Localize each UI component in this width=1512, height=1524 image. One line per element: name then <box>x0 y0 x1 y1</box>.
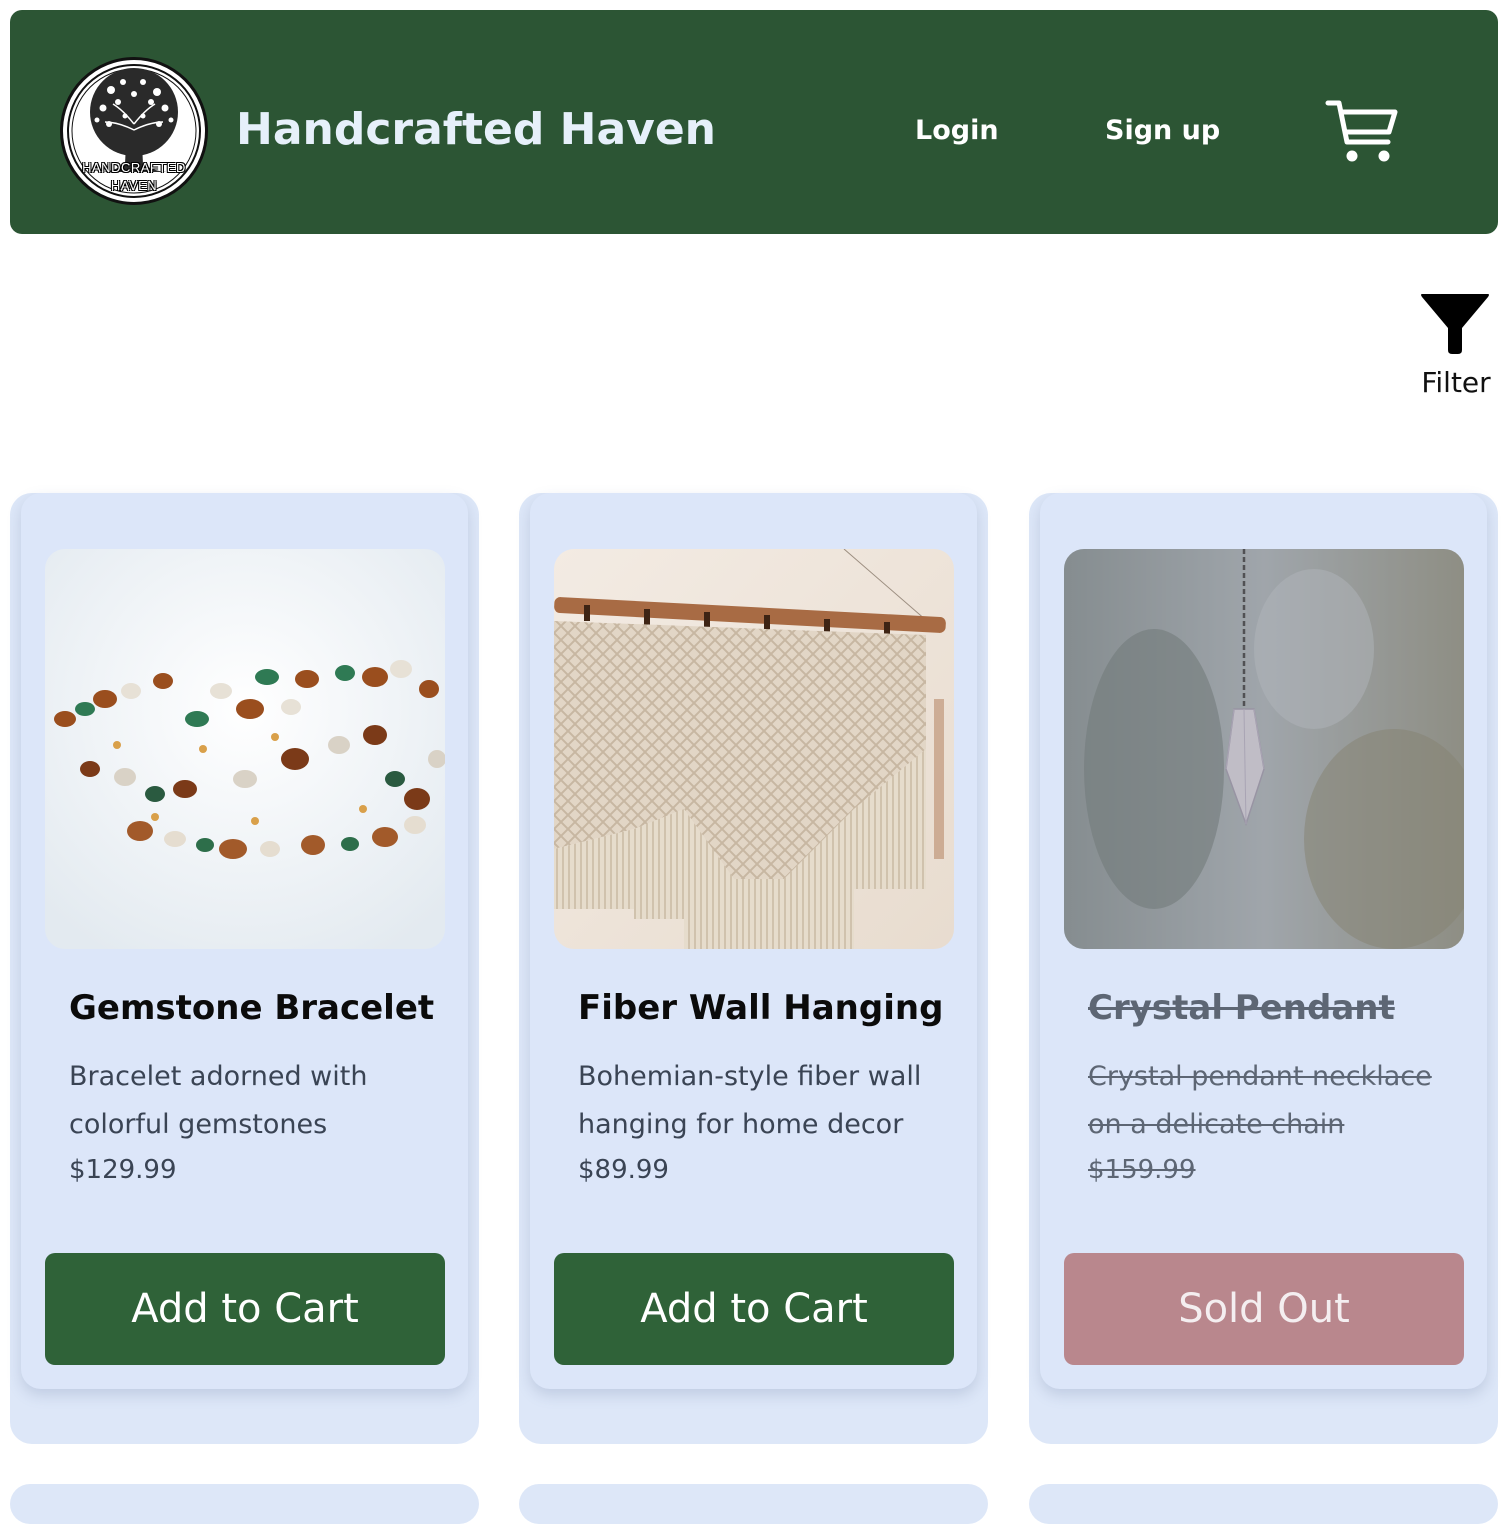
product-card: Fiber Wall Hanging Bohemian-style fiber … <box>530 493 977 1389</box>
product-description: Crystal pendant necklace on a delicate c… <box>1088 1061 1432 1140</box>
login-link[interactable]: Login <box>915 110 999 152</box>
product-card-container: Fiber Wall Hanging Bohemian-style fiber … <box>519 493 988 1444</box>
product-name[interactable]: Fiber Wall Hanging <box>578 980 943 1036</box>
product-price: $129.99 <box>69 1155 177 1185</box>
filter-button[interactable]: Filter <box>1416 290 1496 405</box>
product-price: $89.99 <box>578 1155 669 1185</box>
product-name[interactable]: Crystal Pendant <box>1088 980 1395 1036</box>
product-card-container: Crystal Pendant Crystal pendant necklace… <box>1029 493 1498 1444</box>
product-description: Bracelet adorned with colorful gemstones <box>69 1061 368 1140</box>
fiber-wall-hanging-image <box>554 549 954 949</box>
add-to-cart-button[interactable]: Add to Cart <box>45 1253 445 1365</box>
logo-text-line2: HAVEN <box>110 178 158 193</box>
product-card-container-next-row <box>10 1484 479 1524</box>
gemstone-bracelet-image <box>45 549 445 949</box>
product-card-container-next-row <box>1029 1484 1498 1524</box>
product-image[interactable] <box>554 549 954 949</box>
logo-text-line1: HANDCRAFTED <box>82 160 186 175</box>
product-card: Gemstone Bracelet Bracelet adorned with … <box>21 493 468 1389</box>
shopping-cart-icon[interactable] <box>1325 98 1399 166</box>
crystal-pendant-image <box>1064 549 1464 949</box>
product-card-sold-out: Crystal Pendant Crystal pendant necklace… <box>1040 493 1487 1389</box>
product-name[interactable]: Gemstone Bracelet <box>69 980 434 1036</box>
product-description: Bohemian-style fiber wall hanging for ho… <box>578 1061 922 1140</box>
product-image[interactable] <box>1064 549 1464 949</box>
site-title[interactable]: Handcrafted Haven <box>236 98 716 162</box>
product-price: $159.99 <box>1088 1155 1196 1185</box>
filter-label: Filter <box>1421 366 1491 399</box>
signup-link[interactable]: Sign up <box>1105 110 1220 152</box>
logo[interactable]: HANDCRAFTED HAVEN <box>60 57 208 205</box>
sold-out-button: Sold Out <box>1064 1253 1464 1365</box>
product-card-container: Gemstone Bracelet Bracelet adorned with … <box>10 493 479 1444</box>
site-header: HANDCRAFTED HAVEN Handcrafted Haven Logi… <box>10 10 1498 234</box>
product-image[interactable] <box>45 549 445 949</box>
product-card-container-next-row <box>519 1484 988 1524</box>
add-to-cart-button[interactable]: Add to Cart <box>554 1253 954 1365</box>
funnel-icon <box>1421 294 1489 354</box>
